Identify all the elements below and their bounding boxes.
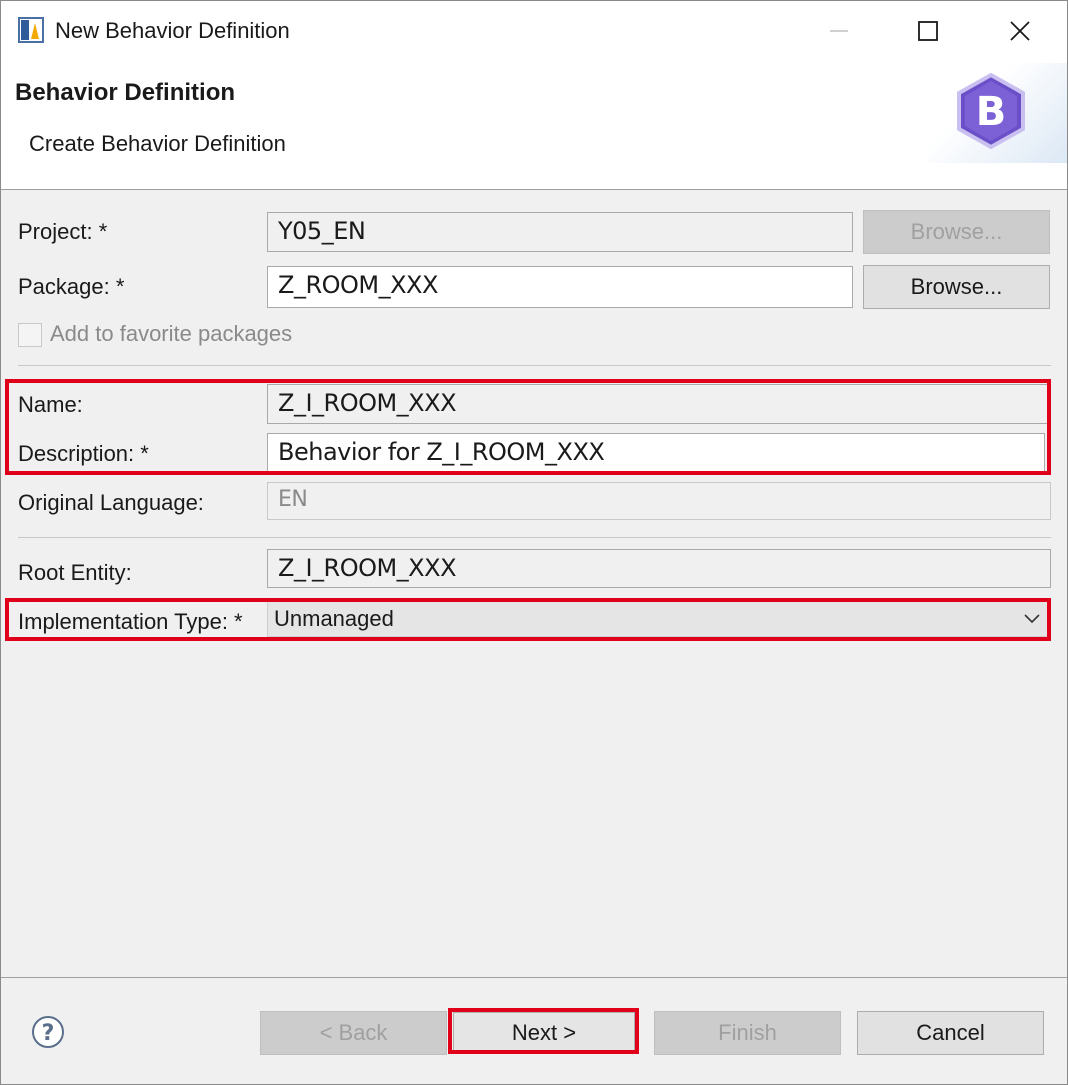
eclipse-adt-icon xyxy=(18,17,44,43)
page-subtitle: Create Behavior Definition xyxy=(29,131,286,156)
wizard-header: Behavior Definition Create Behavior Defi… xyxy=(1,63,1067,190)
project-label: Project: * xyxy=(18,219,108,244)
favorite-packages-checkbox xyxy=(18,323,42,347)
logo-letter: B xyxy=(976,89,1007,135)
package-label: Package: * xyxy=(18,274,125,299)
favorite-packages-label: Add to favorite packages xyxy=(50,321,293,346)
title-bar: New Behavior Definition xyxy=(1,1,1067,63)
package-input[interactable]: Z_ROOM_XXX xyxy=(267,266,853,308)
project-browse-button: Browse... xyxy=(863,210,1050,254)
highlight-next-button xyxy=(448,1008,639,1054)
highlight-name-description xyxy=(5,379,1051,475)
svg-text:?: ? xyxy=(42,1021,55,1046)
maximize-icon[interactable] xyxy=(908,11,948,51)
help-icon[interactable]: ? xyxy=(31,1015,65,1049)
dialog-window: New Behavior Definition Behavior Definit… xyxy=(0,0,1068,1085)
project-field: Y05_EN xyxy=(267,212,853,252)
page-title: Behavior Definition xyxy=(15,79,236,106)
separator-1 xyxy=(18,365,1051,366)
root-entity-label: Root Entity: xyxy=(18,560,132,585)
language-field: EN xyxy=(267,482,1051,520)
back-button: < Back xyxy=(260,1011,447,1055)
close-icon[interactable] xyxy=(1000,11,1040,51)
separator-2 xyxy=(18,537,1051,538)
cancel-button[interactable]: Cancel xyxy=(857,1011,1044,1055)
highlight-implementation-type xyxy=(5,598,1051,641)
minimize-icon[interactable] xyxy=(819,11,859,51)
behavior-definition-logo-icon: B xyxy=(957,72,1025,150)
language-label: Original Language: xyxy=(18,490,204,515)
root-entity-field: Z_I_ROOM_XXX xyxy=(267,549,1051,588)
footer-separator xyxy=(1,977,1067,978)
window-title: New Behavior Definition xyxy=(55,18,290,43)
finish-button: Finish xyxy=(654,1011,841,1055)
package-browse-button[interactable]: Browse... xyxy=(863,265,1050,309)
